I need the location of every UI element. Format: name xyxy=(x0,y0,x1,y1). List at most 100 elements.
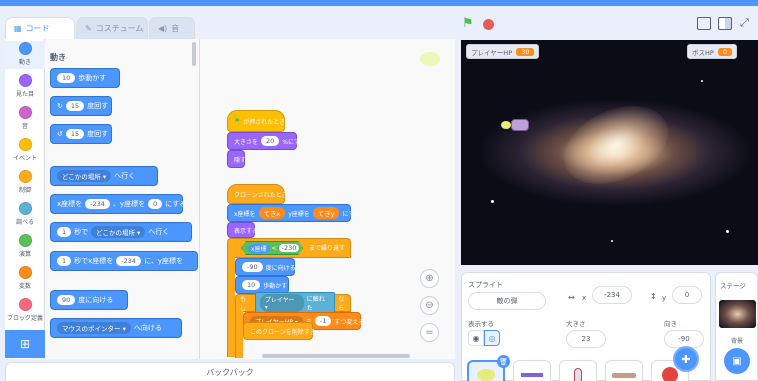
show-hidden-button[interactable]: ◎ xyxy=(484,330,500,346)
enemy-sprite[interactable] xyxy=(501,119,531,131)
monitor-boss-hp: ボスHP 0 xyxy=(687,44,737,59)
condition-hex[interactable]: x座標 < -230 xyxy=(241,241,303,255)
category-item[interactable]: 調べる xyxy=(5,202,45,226)
seconds-input[interactable]: 1 xyxy=(57,256,72,266)
stop-button[interactable] xyxy=(483,19,494,30)
block-point-direction-inner[interactable]: -90 度に向ける xyxy=(235,258,296,276)
y-input[interactable]: 0 xyxy=(148,199,163,209)
touching-condition[interactable]: プレイヤー ▾ に触れた xyxy=(254,292,336,314)
change-amount-input[interactable]: -1 xyxy=(314,316,332,326)
trash-icon: 🗑 xyxy=(499,357,508,366)
block-glide-to[interactable]: 1 秒で どこかの場所 ▾ へ行く xyxy=(50,222,192,242)
block-point-direction[interactable]: 90 度に向ける xyxy=(50,290,128,310)
category-label: 制御 xyxy=(18,187,31,194)
category-item[interactable]: 制御 xyxy=(5,170,45,194)
sprite-thumb[interactable] xyxy=(559,360,597,381)
zoom-in-button[interactable]: ⊕ xyxy=(420,269,439,288)
x-variable-reporter[interactable]: てきx xyxy=(258,207,286,219)
block-glide-to-xy[interactable]: 1 秒でx座標を -234 に、y座標を xyxy=(50,251,198,271)
x-input[interactable]: -234 xyxy=(85,199,110,209)
block-turn-right[interactable]: ↻ 15 度回す xyxy=(50,96,112,116)
green-flag-button[interactable]: ⚑ xyxy=(462,16,474,31)
delete-sprite-button[interactable]: 🗑 xyxy=(497,355,510,368)
tab-costumes[interactable]: ✎ コスチューム xyxy=(76,17,148,39)
category-item[interactable]: 動き xyxy=(5,42,45,66)
stage-backdrop-thumb[interactable] xyxy=(719,300,756,328)
steps-input[interactable]: 10 xyxy=(242,280,261,290)
category-item[interactable]: 変数 xyxy=(5,266,45,290)
zoom-reset-button[interactable]: = xyxy=(420,323,439,342)
show-visible-button[interactable]: ◉ xyxy=(468,330,484,346)
category-item[interactable]: イベント xyxy=(5,138,45,162)
block-hide[interactable]: 隠す xyxy=(227,150,246,168)
block-when-flag-clicked[interactable]: ⚑ が押されたとき xyxy=(227,110,285,132)
show-label: 表示する xyxy=(468,320,494,328)
steps-input[interactable]: 10 xyxy=(57,73,76,83)
zoom-out-button[interactable]: ⊖ xyxy=(420,296,439,315)
category-item[interactable]: 演算 xyxy=(5,234,45,258)
choose-sprite-button[interactable]: ✚ xyxy=(673,346,699,372)
sprite-thumb[interactable] xyxy=(605,360,643,381)
y-position-input[interactable]: 0 xyxy=(672,286,702,304)
size-input[interactable]: 20 xyxy=(261,136,280,146)
direction-input[interactable]: 90 xyxy=(57,295,76,305)
block-move-steps[interactable]: 10 歩動かす xyxy=(50,68,120,88)
direction-input[interactable]: -90 xyxy=(242,262,263,272)
tab-sounds[interactable]: ◀) 音 xyxy=(149,17,195,39)
category-item[interactable]: 音 xyxy=(5,106,45,130)
block-turn-left[interactable]: ↺ 15 度回す xyxy=(50,124,112,144)
stage-canvas[interactable] xyxy=(461,40,758,265)
small-stage-button[interactable] xyxy=(697,17,711,30)
sprite-thumb-image xyxy=(662,367,678,381)
backpack-header[interactable]: バックパック xyxy=(5,362,455,381)
limit-input[interactable]: -230 xyxy=(278,244,300,252)
repeat-until-arm xyxy=(227,257,235,357)
brush-icon: ✎ xyxy=(85,24,92,33)
block-delete-clone[interactable]: このクローンを削除する xyxy=(243,322,316,340)
block-show[interactable]: 表示する xyxy=(227,222,258,238)
target-dropdown[interactable]: マウスのポインター ▾ xyxy=(57,322,131,334)
choose-backdrop-button[interactable]: ▣ xyxy=(724,348,750,374)
block-point-towards[interactable]: マウスのポインター ▾ へ向ける xyxy=(50,318,182,338)
if-top: もし プレイヤー ▾ に触れた なら xyxy=(235,292,351,314)
sprite-thumb-image xyxy=(521,373,543,377)
star xyxy=(726,230,729,233)
size-input[interactable]: 23 xyxy=(566,330,606,348)
degrees-input[interactable]: 15 xyxy=(65,129,85,139)
block-when-cloned[interactable]: クローンされたとき xyxy=(227,184,288,204)
category-dot-icon xyxy=(18,42,32,55)
size-label: 大きさ xyxy=(566,320,586,328)
palette-scrollbar[interactable] xyxy=(192,42,196,66)
sprite-watermark xyxy=(420,52,440,66)
target-dropdown[interactable]: どこかの場所 ▾ xyxy=(91,226,146,238)
block-go-to-xy-clone[interactable]: x座標を てきx y座標を てきy にする xyxy=(227,204,361,222)
block-go-to-xy[interactable]: x座標を -234 、y座標を 0 にする xyxy=(50,194,186,214)
fullscreen-button[interactable]: ⤢ xyxy=(740,16,749,30)
category-item[interactable]: ブロック定義 xyxy=(5,298,45,322)
rocket-icon xyxy=(574,368,582,381)
category-label: 音 xyxy=(21,123,28,130)
sprite-dropdown[interactable]: プレイヤー ▾ xyxy=(259,294,304,312)
rotate-right-icon: ↻ xyxy=(57,102,63,110)
workspace-h-scrollbar[interactable] xyxy=(262,354,410,358)
x-position-input[interactable]: -234 xyxy=(592,286,632,304)
x-input[interactable]: -234 xyxy=(116,256,142,266)
target-dropdown[interactable]: どこかの場所 ▾ xyxy=(57,170,112,182)
rotate-left-icon: ↺ xyxy=(57,130,63,138)
category-dot-icon xyxy=(18,74,32,87)
add-extension-button[interactable]: ⊞ xyxy=(5,330,45,358)
enemy-bullet xyxy=(501,121,511,129)
tab-code[interactable]: ▦ コード xyxy=(5,17,75,39)
category-dot-icon xyxy=(18,202,32,215)
large-stage-button[interactable] xyxy=(718,17,732,30)
category-label: 見た目 xyxy=(15,91,34,98)
seconds-input[interactable]: 1 xyxy=(57,227,72,237)
sprite-thumb[interactable] xyxy=(513,360,551,381)
sprite-thumb-image xyxy=(612,372,636,378)
category-item[interactable]: 見た目 xyxy=(5,74,45,98)
degrees-input[interactable]: 15 xyxy=(65,101,85,111)
y-variable-reporter[interactable]: てきy xyxy=(312,207,340,219)
block-go-to[interactable]: どこかの場所 ▾ へ行く xyxy=(50,166,158,186)
sprite-name-input[interactable]: 敵の弾 xyxy=(468,292,546,310)
block-set-size[interactable]: 大きさを 20 %にする xyxy=(227,132,306,150)
